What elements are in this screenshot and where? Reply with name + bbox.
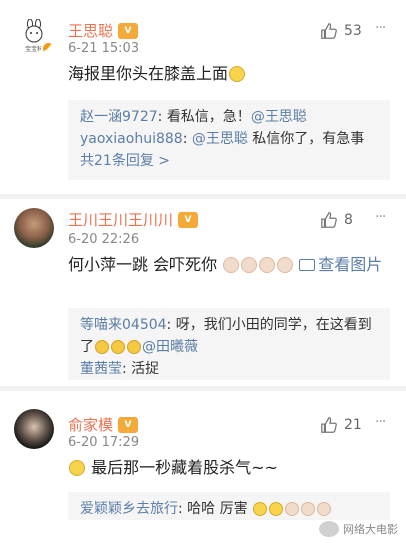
comment-author[interactable]: 俞家模 V [68, 414, 139, 435]
smile-emoji-icon [253, 502, 268, 516]
vip-icon: V [178, 211, 199, 228]
reply-text: 看私信，急！ [166, 109, 251, 125]
author-name[interactable]: 王思聪 [68, 20, 113, 41]
steamed-bun-emoji-icon [277, 257, 294, 273]
vip-icon: V [118, 22, 139, 39]
reply-box: 赵一涵9727: 看私信，急！@王思聪 yaoxiaohui888: @王思聪 … [68, 100, 390, 180]
see-image-label: 查看图片 [318, 255, 383, 274]
reply-box: 等喵来04504: 呀，我们小田的同学，在这看到了 @田曦薇 董茜莹: 活捉 [68, 308, 390, 380]
wechat-icon [319, 521, 339, 537]
steamed-bun-emoji-icon [259, 257, 276, 273]
reply-sep: : [182, 131, 192, 147]
mention-link[interactable]: @王思聪 [192, 131, 248, 147]
watermark: 网络大电影 [319, 521, 398, 537]
total-replies-link[interactable]: 共21条回复 > [80, 150, 378, 172]
verified-badge [41, 41, 54, 54]
reply-author[interactable]: 董茜莹 [80, 361, 122, 377]
reply-item: 董茜莹: 活捉 [80, 358, 378, 380]
comment-text: 最后那一秒藏着股杀气~~ [68, 456, 388, 480]
vip-icon: V [118, 416, 139, 433]
comment-text: 何小萍一跳 会吓死你 查看图片 [68, 253, 388, 277]
comment-body: 何小萍一跳 会吓死你 [68, 255, 218, 274]
comment-time: 6-20 17:29 [68, 435, 140, 450]
reply-sep: : [178, 501, 188, 517]
more-options-icon[interactable]: ··· [375, 209, 386, 225]
reply-text: 活捉 [131, 361, 160, 377]
author-name[interactable]: 俞家模 [68, 414, 113, 435]
more-options-icon[interactable]: ··· [375, 414, 386, 430]
comment-body: 最后那一秒藏着股杀气~~ [91, 458, 278, 477]
crying-emoji-icon [95, 340, 109, 354]
reply-author[interactable]: 赵一涵9727 [80, 109, 158, 125]
image-icon [299, 259, 316, 271]
like-button[interactable]: 21 [320, 416, 362, 434]
more-options-icon[interactable]: ··· [375, 20, 386, 36]
crying-emoji-icon [111, 340, 125, 354]
comment-text: 海报里你头在膝盖上面 [68, 62, 388, 86]
watermark-text: 网络大电影 [343, 523, 398, 536]
avatar[interactable] [14, 409, 54, 449]
reply-item: 等喵来04504: 呀，我们小田的同学，在这看到了 @田曦薇 [80, 314, 378, 358]
rabbit-icon [25, 19, 43, 43]
avatar[interactable] [14, 208, 54, 248]
reply-item: 爱颖颖乡去旅行: 哈哈 厉害 [80, 498, 378, 520]
like-count: 8 [344, 212, 353, 228]
avatar[interactable]: 宝宝科 [14, 14, 54, 54]
thumbs-up-emoji-icon [301, 502, 316, 516]
reply-sep: : [122, 361, 132, 377]
comment-time: 6-21 15:03 [68, 41, 140, 56]
mention-link[interactable]: @王思聪 [251, 109, 307, 125]
comment-author[interactable]: 王思聪 V [68, 20, 139, 41]
reply-item: yaoxiaohui888: @王思聪 私信你了，有急事 [80, 128, 378, 150]
reply-box: 爱颖颖乡去旅行: 哈哈 厉害 [68, 492, 390, 520]
laughing-emoji-icon [69, 460, 85, 476]
comment-author[interactable]: 王川王川王川川 V [68, 209, 199, 230]
reply-text: 哈哈 厉害 [187, 501, 248, 517]
thumbs-up-icon [321, 23, 337, 39]
reply-text: 私信你了，有急事 [247, 131, 365, 147]
like-count: 21 [344, 417, 362, 433]
clap-emoji-icon [317, 502, 332, 516]
thumbs-up-icon [321, 417, 337, 433]
see-image-link[interactable]: 查看图片 [299, 255, 382, 274]
surprised-emoji-icon [269, 502, 284, 516]
reply-item: 赵一涵9727: 看私信，急！@王思聪 [80, 106, 378, 128]
like-button[interactable]: 53 [320, 22, 362, 40]
fist-emoji-icon [285, 502, 300, 516]
reply-author[interactable]: 爱颖颖乡去旅行 [80, 501, 178, 517]
comment-time: 6-20 22:26 [68, 232, 140, 247]
reply-author[interactable]: yaoxiaohui888 [80, 131, 183, 147]
steamed-bun-emoji-icon [241, 257, 258, 273]
mention-link[interactable]: @田曦薇 [142, 339, 198, 355]
steamed-bun-emoji-icon [223, 257, 240, 273]
like-count: 53 [344, 23, 362, 39]
reply-sep: : [157, 109, 167, 125]
like-button[interactable]: 8 [320, 211, 353, 229]
comment-body: 海报里你头在膝盖上面 [68, 64, 229, 83]
reply-sep: : [166, 317, 176, 333]
smile-emoji-icon [229, 66, 246, 82]
thumbs-up-icon [321, 212, 337, 228]
reply-author[interactable]: 等喵来04504 [80, 317, 167, 333]
author-name[interactable]: 王川王川王川川 [68, 209, 173, 230]
crying-emoji-icon [127, 340, 141, 354]
